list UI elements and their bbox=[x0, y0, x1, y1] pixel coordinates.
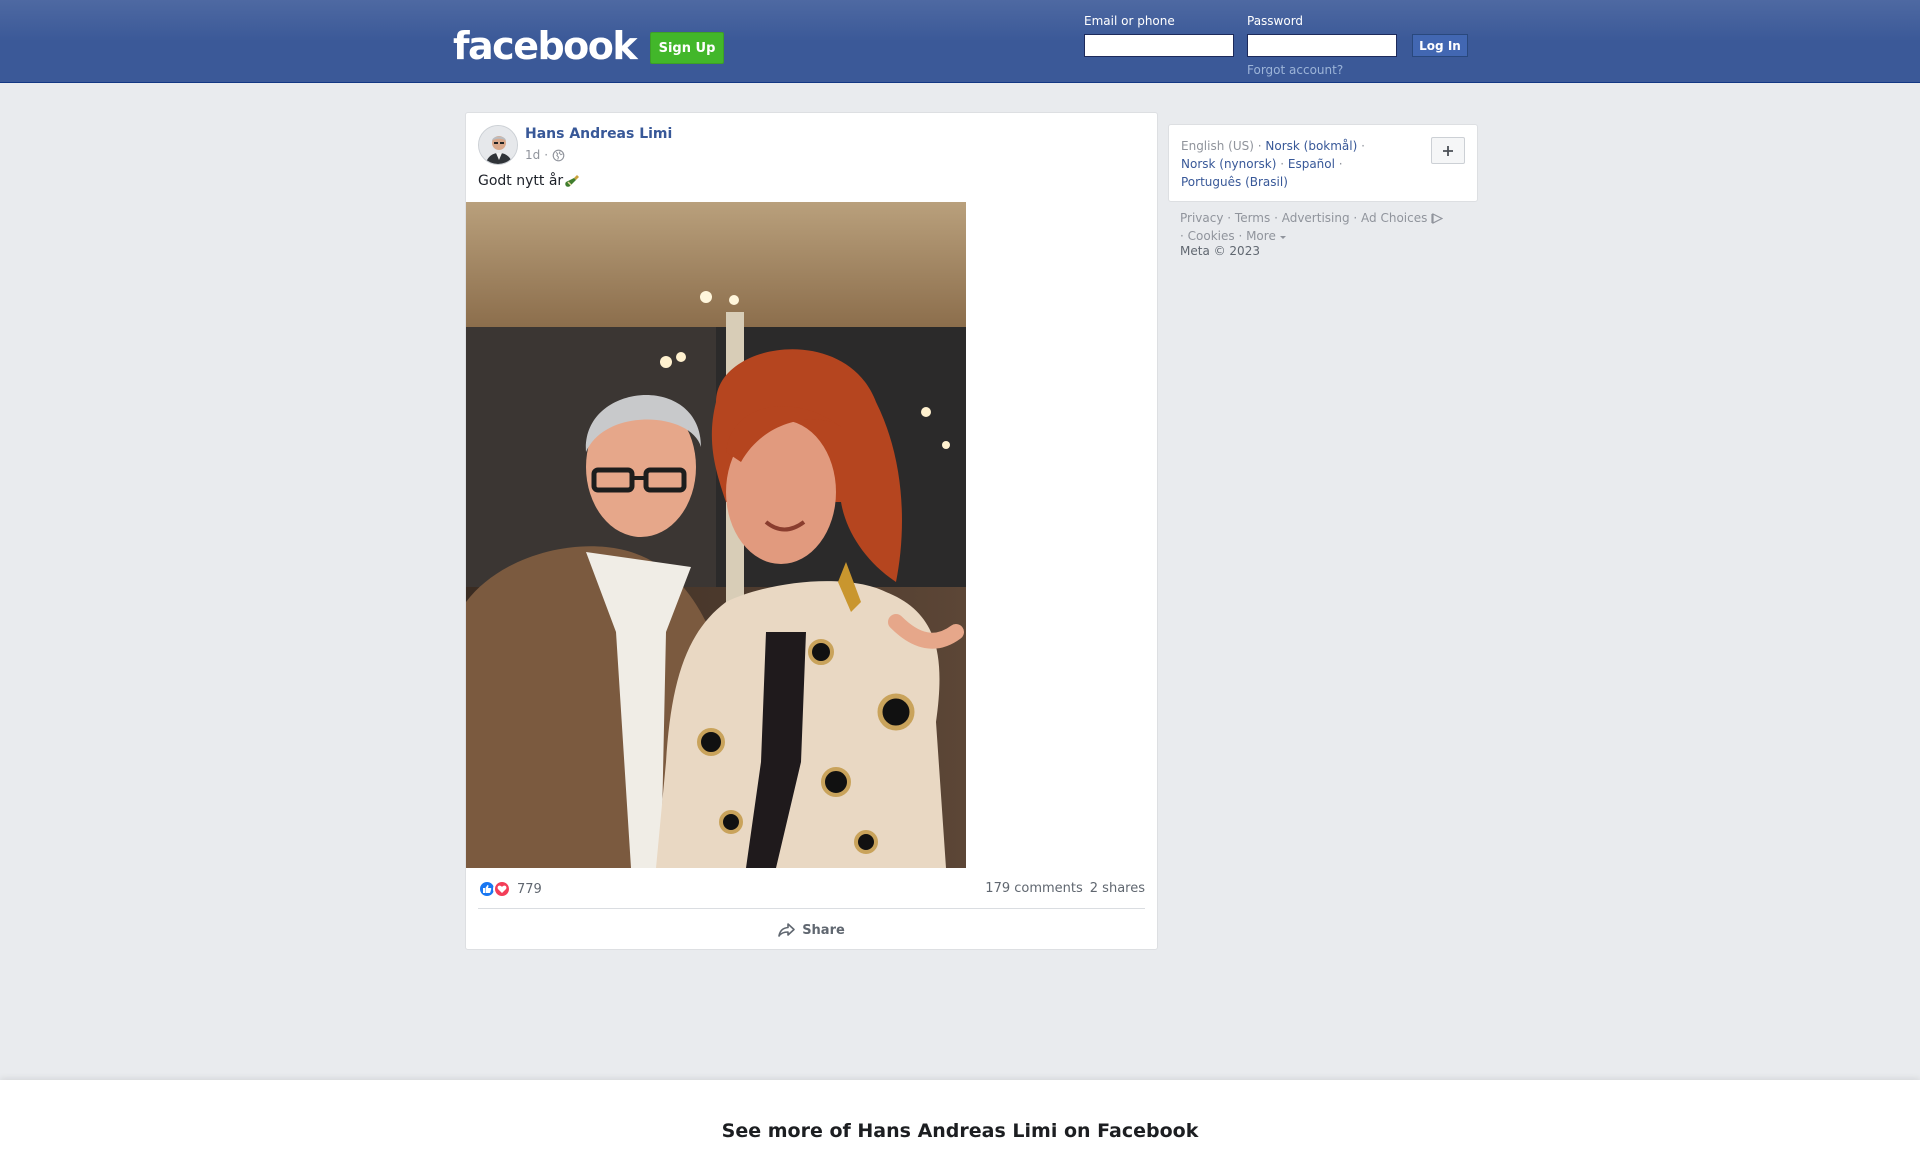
shares-count[interactable]: 2 shares bbox=[1090, 881, 1145, 896]
comments-count[interactable]: 179 comments bbox=[985, 881, 1082, 896]
footer-link-cookies[interactable]: Cookies bbox=[1188, 229, 1235, 243]
footer-link-advertising[interactable]: Advertising bbox=[1282, 211, 1350, 225]
share-label: Share bbox=[802, 922, 845, 938]
share-button[interactable]: Share bbox=[466, 916, 1157, 944]
avatar-image bbox=[479, 126, 517, 164]
footer-link-more[interactable]: More bbox=[1246, 229, 1276, 243]
password-label: Password bbox=[1247, 14, 1304, 28]
login-button[interactable]: Log In bbox=[1412, 34, 1468, 57]
post-timestamp[interactable]: 1d bbox=[525, 148, 540, 162]
language-list: English (US) · Norsk (bokmål) · Norsk (n… bbox=[1181, 139, 1365, 189]
avatar[interactable] bbox=[478, 125, 518, 165]
post-meta: 1d · bbox=[525, 148, 565, 162]
forgot-account-link[interactable]: Forgot account? bbox=[1247, 63, 1343, 77]
add-language-button[interactable] bbox=[1431, 137, 1465, 164]
see-more-heading: See more of Hans Andreas Limi on Faceboo… bbox=[721, 1120, 1199, 1142]
share-icon bbox=[778, 923, 795, 937]
reaction-count: 779 bbox=[517, 881, 542, 897]
plus-icon bbox=[1443, 145, 1453, 156]
reactions-summary[interactable]: 779 bbox=[478, 880, 542, 898]
facebook-logo[interactable]: facebook bbox=[453, 24, 638, 68]
footer-link-ad-choices[interactable]: Ad Choices bbox=[1361, 211, 1427, 225]
heart-icon bbox=[497, 885, 507, 893]
language-link-portugues[interactable]: Português (Brasil) bbox=[1181, 175, 1288, 189]
champagne-bottle-icon bbox=[565, 175, 580, 187]
language-link-norsk-nynorsk[interactable]: Norsk (nynorsk) bbox=[1181, 157, 1276, 171]
photo-couple bbox=[466, 202, 966, 868]
footer-links: Privacy · Terms · Advertising · Ad Choic… bbox=[1180, 209, 1480, 245]
footer-link-privacy[interactable]: Privacy bbox=[1180, 211, 1223, 225]
post-card: Hans Andreas Limi 1d · Godt nytt år 779 … bbox=[465, 112, 1158, 950]
ad-choices-icon bbox=[1431, 213, 1444, 224]
thumbs-up-icon bbox=[483, 885, 492, 893]
signup-button[interactable]: Sign Up bbox=[650, 32, 724, 64]
action-divider bbox=[478, 908, 1145, 909]
post-photo[interactable] bbox=[466, 202, 966, 868]
top-navigation-bar: facebook Sign Up Email or phone Password… bbox=[0, 0, 1920, 83]
caret-down-icon bbox=[1279, 235, 1286, 239]
engagement-counts: 179 comments 2 shares bbox=[985, 881, 1145, 896]
language-selector: English (US) · Norsk (bokmål) · Norsk (n… bbox=[1168, 124, 1478, 202]
see-more-banner: See more of Hans Andreas Limi on Faceboo… bbox=[0, 1080, 1920, 1166]
email-label: Email or phone bbox=[1084, 14, 1175, 28]
password-field[interactable] bbox=[1247, 34, 1397, 57]
current-language: English (US) bbox=[1181, 139, 1254, 153]
post-author[interactable]: Hans Andreas Limi bbox=[525, 126, 672, 142]
email-field[interactable] bbox=[1084, 34, 1234, 57]
meta-separator: · bbox=[544, 148, 549, 162]
footer-link-terms[interactable]: Terms bbox=[1235, 211, 1270, 225]
globe-icon bbox=[552, 149, 565, 161]
language-link-espanol[interactable]: Español bbox=[1288, 157, 1335, 171]
post-text-content: Godt nytt år bbox=[478, 173, 564, 189]
language-link-norsk-bokmal[interactable]: Norsk (bokmål) bbox=[1265, 139, 1357, 153]
copyright-text: Meta © 2023 bbox=[1180, 244, 1260, 258]
love-icon bbox=[493, 880, 511, 898]
post-text: Godt nytt år bbox=[478, 173, 580, 189]
